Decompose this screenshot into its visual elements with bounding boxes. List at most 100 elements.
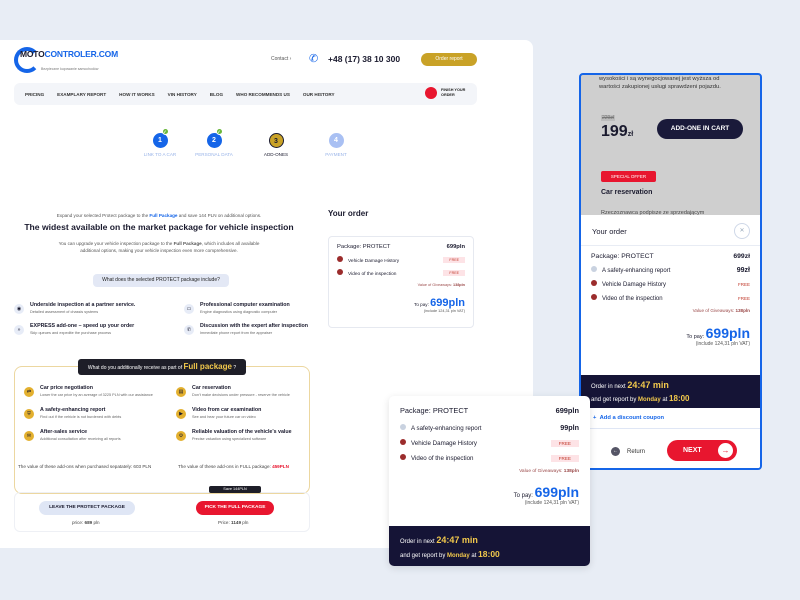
full-feature: ⇄ Car price negotiation Lower the car pri…	[24, 385, 169, 397]
deadline-line: and get report by Monday at 18:00	[400, 548, 579, 562]
unchecked-circle-icon[interactable]	[400, 423, 406, 430]
shield-icon: ⛨	[24, 409, 34, 419]
giveaway-label: Value of Giveaways:	[519, 469, 564, 474]
plus-icon: +	[593, 415, 597, 421]
deadline-time: 18:00	[478, 549, 500, 559]
nav-item-blog[interactable]: BLOG	[210, 92, 223, 97]
to-pay-label: To pay:	[513, 493, 535, 499]
value-full: The value of these add-ons in FULL packa…	[178, 464, 289, 469]
nav-item-examplary-report[interactable]: EXAMPLARY REPORT	[57, 92, 106, 97]
nav-item-vin-history[interactable]: VIN HISTORY	[168, 92, 197, 97]
laptop-icon: ▭	[184, 304, 194, 314]
nav-item-our-history[interactable]: OUR HISTORY	[303, 92, 335, 97]
coupon-label: Add a discount coupon	[599, 415, 665, 421]
step-add-ones[interactable]: 3 ADD-ONES	[246, 133, 306, 157]
to-pay: To pay: 699pln	[400, 484, 579, 500]
timer-line: Order in next 24:47 min	[400, 534, 579, 548]
full-package-label: What do you additionally receive as part…	[78, 359, 246, 375]
free-badge: FREE	[443, 270, 465, 276]
order-item: A safety-enhancing report 99pln	[400, 423, 579, 432]
to-pay-amount: 699pln	[705, 325, 750, 341]
unchecked-circle-icon[interactable]	[591, 266, 597, 272]
feature-title: Discussion with the expert after inspect…	[200, 323, 309, 329]
protect-includes-button[interactable]: What does the selected PROTECT package i…	[93, 274, 229, 287]
feature-desc: Detailed assessment of chassis systems	[30, 310, 99, 314]
logo[interactable]: MOTOCONTROLER.COM Bezpieczne kupowanie s…	[14, 47, 118, 73]
full-feature: ▶ Video from car examination See and hear…	[176, 407, 321, 419]
order-item: A safety-enhancing report 99zł	[591, 266, 750, 274]
package-row: Package: PROTECT 699pln	[400, 406, 579, 415]
deadline-label: and get report by	[591, 397, 639, 403]
order-report-button[interactable]: Order report	[421, 53, 477, 66]
logo-text-accent: CONTROLER.COM	[44, 49, 119, 59]
feature-desc: See and hear your future car on video	[192, 415, 256, 419]
giveaway-label: Value of Giveaways:	[692, 308, 736, 313]
package-row: Package: PROTECT 699pln	[337, 244, 465, 250]
upgrade-intro: Expand your selected Protect package to …	[14, 213, 304, 254]
item-label: Vehicle Damage History	[337, 256, 399, 264]
step-personal-data[interactable]: 2 ✓ PERSONAL DATA	[184, 128, 244, 157]
addon-description: wysokości i są wynegocjowanej jest wyższ…	[599, 76, 721, 90]
order-summary-card: Package: PROTECT 699pln Vehicle Damage Hi…	[328, 236, 474, 328]
check-circle-icon[interactable]	[400, 439, 406, 445]
protect-price: price: 689 pln	[72, 520, 100, 525]
leave-protect-button[interactable]: LEAVE THE PROTECT PACKAGE	[39, 501, 135, 515]
phone-number[interactable]: +48 (17) 38 10 300	[328, 54, 400, 64]
step-link-to-car[interactable]: 1 ✓ LINK TO A CAR	[130, 128, 190, 157]
add-coupon-link[interactable]: + Add a discount coupon	[593, 415, 664, 421]
mobile-order-panel: wysokości i są wynegocjowanej jest wyższ…	[579, 73, 762, 470]
check-circle-icon[interactable]	[591, 294, 597, 300]
contact-dropdown[interactable]: Contact ›	[271, 56, 291, 62]
negotiation-icon: ⇄	[24, 387, 34, 397]
nav-item-pricing[interactable]: PRICING	[25, 92, 44, 97]
phone-icon: ✆	[184, 325, 194, 335]
nav-item-how-it-works[interactable]: HOW IT WORKS	[119, 92, 154, 97]
timer-line: Order in next 24:47 min	[591, 380, 750, 393]
deadline-line: and get report by Monday at 18:00	[591, 393, 750, 406]
order-item: Vehicle Damage History FREE	[400, 439, 579, 447]
package-name: Package: PROTECT	[337, 244, 391, 250]
finish-order-label: FINISH YOUR ORDER	[441, 88, 466, 97]
close-icon[interactable]: ✕	[734, 223, 750, 239]
full-feature: ⚙ Reliable valuation of the vehicle's va…	[176, 429, 311, 441]
sheet-title: Your order	[592, 227, 627, 236]
giveaway-value: Value of Giveaways: 138pln	[591, 308, 750, 313]
pick-full-button[interactable]: PICK THE FULL PACKAGE	[196, 501, 274, 515]
nav-item-who-recommends[interactable]: WHO RECOMMENDS US	[236, 92, 290, 97]
cart-icon	[425, 87, 437, 99]
step-label: PERSONAL DATA	[195, 152, 233, 157]
item-name: Vehicle Damage History	[348, 259, 400, 264]
deadline-mid: at	[469, 553, 479, 559]
feature-title: Reliable valuation of the vehicle's valu…	[192, 429, 292, 435]
price-label: Price:	[218, 520, 232, 525]
feature-title: EXPRESS add-one – speed up your order	[30, 323, 135, 329]
timer-value: 24:47 min	[627, 380, 669, 390]
price-currency: pln	[92, 520, 100, 525]
return-button[interactable]: ← Return	[611, 447, 645, 456]
price-currency: pln	[241, 520, 249, 525]
item-name: A safety-enhancing report	[411, 424, 482, 432]
desc-text: You can upgrade your vehicle inspection …	[58, 241, 174, 246]
package-price: 699pln	[446, 244, 465, 250]
full-feature: ⛨ A safety-enhancing report Find out if t…	[24, 407, 169, 419]
package-name: Package: PROTECT	[400, 406, 469, 415]
vat-note: (include 124,31 pln VAT)	[524, 500, 579, 506]
check-circle-icon[interactable]	[591, 280, 597, 286]
item-label: Video of the inspection	[591, 294, 663, 302]
step-label: PAYMENT	[325, 152, 347, 157]
deadline-day: Monday	[638, 397, 661, 403]
feature-title: Video from car examination	[192, 407, 262, 413]
free-badge: FREE	[737, 281, 750, 287]
video-icon: ▶	[176, 409, 186, 419]
vat-note: (include 124,31 pln VAT)	[695, 341, 750, 347]
sheet-header: Your order ✕	[581, 215, 760, 246]
next-button[interactable]: NEXT →	[667, 440, 737, 461]
finish-order-button[interactable]: FINISH YOUR ORDER	[425, 87, 469, 99]
add-one-in-cart-button[interactable]: ADD-ONE IN CART	[657, 119, 743, 139]
deadline-time: 18:00	[669, 394, 690, 403]
check-circle-icon[interactable]	[400, 454, 406, 460]
full-package-link[interactable]: Full Package	[149, 213, 177, 218]
package-price: 699pln	[555, 406, 579, 415]
vat-note: (include 124,31 pln VAT)	[423, 309, 465, 313]
to-pay-label: To pay:	[686, 334, 706, 340]
